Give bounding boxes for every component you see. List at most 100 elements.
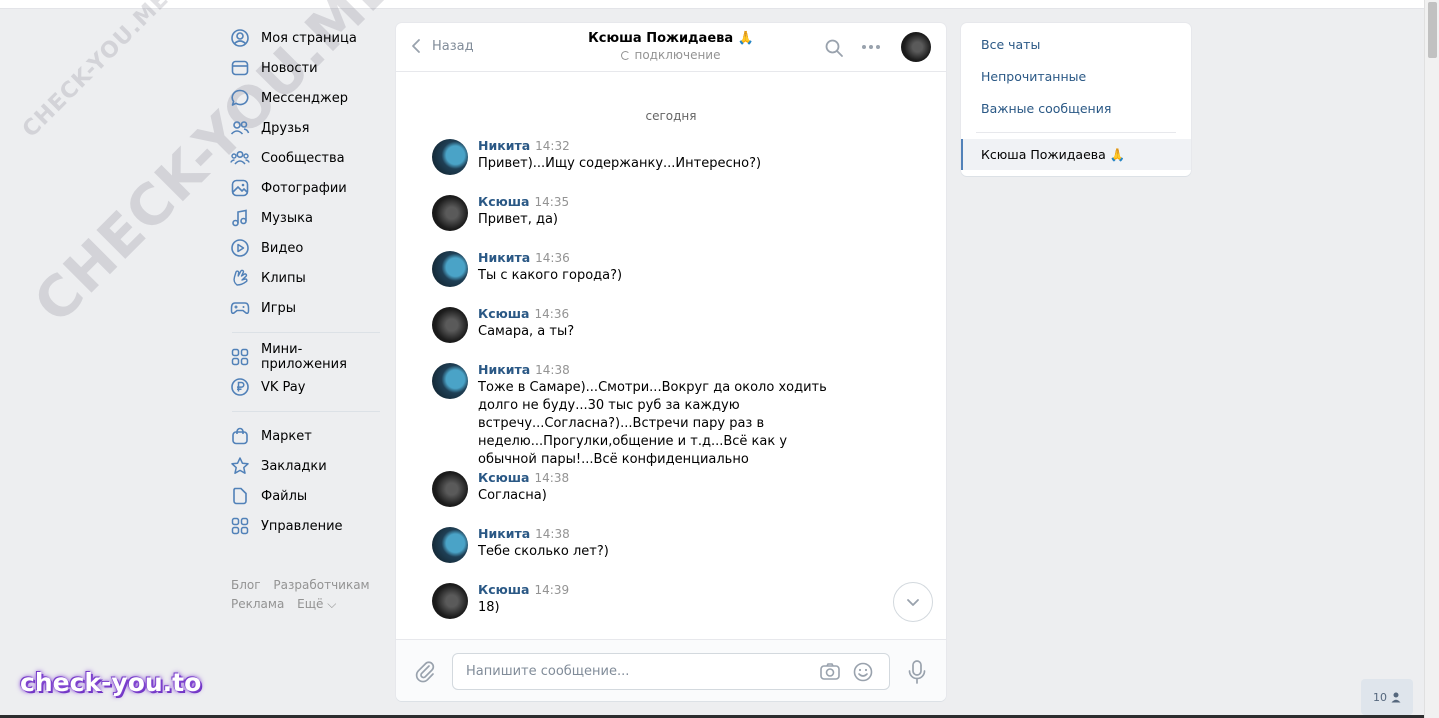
message-item[interactable]: Никита 14:36 Ты с какого города?) bbox=[396, 249, 946, 305]
nav-item-label: Моя страница bbox=[261, 30, 357, 46]
message-item[interactable]: Ксюша 14:39 18) bbox=[396, 581, 946, 637]
page-scrollbar[interactable] bbox=[1424, 0, 1439, 718]
nav-item-groups[interactable]: Сообщества bbox=[230, 143, 382, 173]
nav-item-label: Управление bbox=[261, 518, 343, 534]
message-text: Тебе сколько лет?) bbox=[478, 544, 609, 559]
nav-item-manage[interactable]: Управление bbox=[230, 511, 382, 541]
nav-item-label: Файлы bbox=[261, 488, 308, 504]
footer-links: Блог Разработчикам Реклама Ещё ⌵ bbox=[230, 576, 382, 614]
message-meta: Ксюша 14:36 bbox=[478, 305, 946, 323]
emoji-icon[interactable] bbox=[852, 661, 874, 683]
message-author[interactable]: Никита bbox=[478, 526, 530, 541]
nav-item-friends[interactable]: Друзья bbox=[230, 113, 382, 143]
footer-more-link[interactable]: Ещё ⌵ bbox=[297, 597, 336, 611]
message-item[interactable]: Никита 14:38 Тебе сколько лет?) bbox=[396, 525, 946, 581]
message-time: 14:39 bbox=[534, 583, 570, 597]
message-item[interactable]: Ксюша 14:36 Самара, а ты? bbox=[396, 305, 946, 361]
clips-icon bbox=[230, 268, 250, 288]
microphone-icon[interactable] bbox=[907, 659, 927, 685]
author-avatar[interactable] bbox=[432, 471, 468, 507]
nav-item-market[interactable]: Маркет bbox=[230, 421, 382, 451]
loading-icon bbox=[621, 51, 631, 60]
nav-item-label: Друзья bbox=[261, 120, 310, 136]
camera-icon[interactable] bbox=[819, 661, 841, 683]
nav-item-video[interactable]: Видео bbox=[230, 233, 382, 263]
nav-item-news[interactable]: Новости bbox=[230, 53, 382, 83]
message-author[interactable]: Никита bbox=[478, 362, 530, 377]
message-author[interactable]: Никита bbox=[478, 138, 530, 153]
nav-item-label: Закладки bbox=[261, 458, 327, 474]
footer-ads-link[interactable]: Реклама bbox=[231, 597, 284, 611]
message-time: 14:36 bbox=[535, 251, 570, 265]
message-time: 14:32 bbox=[535, 139, 570, 153]
message-meta: Ксюша 14:39 bbox=[478, 581, 946, 599]
filter-important[interactable]: Важные сообщения bbox=[961, 93, 1191, 125]
message-item[interactable]: Никита 14:32 Привет)...Ищу содержанку...Ин… bbox=[396, 137, 946, 193]
message-item[interactable]: Ксюша 14:35 Привет, да) bbox=[396, 193, 946, 249]
message-icon bbox=[230, 88, 250, 108]
message-input[interactable] bbox=[453, 654, 793, 689]
filter-unread[interactable]: Непрочитанные bbox=[961, 61, 1191, 93]
nav-item-photo[interactable]: Фотографии bbox=[230, 173, 382, 203]
chevron-down-icon bbox=[907, 599, 919, 606]
author-avatar[interactable] bbox=[432, 139, 468, 175]
filters-separator bbox=[976, 132, 1176, 133]
news-icon bbox=[230, 58, 250, 78]
scrollbar-thumb[interactable] bbox=[1428, 2, 1437, 58]
more-icon[interactable] bbox=[860, 37, 882, 57]
nav-item-label: Мини-приложения bbox=[261, 342, 347, 372]
message-author[interactable]: Ксюша bbox=[478, 582, 530, 597]
peer-avatar[interactable] bbox=[901, 32, 931, 62]
footer-dev-link[interactable]: Разработчикам bbox=[273, 578, 369, 592]
author-avatar[interactable] bbox=[432, 251, 468, 287]
nav-item-vkpay[interactable]: VK Pay bbox=[230, 372, 382, 402]
message-author[interactable]: Ксюша bbox=[478, 306, 530, 321]
author-avatar[interactable] bbox=[432, 583, 468, 619]
person-icon bbox=[1391, 692, 1401, 702]
footer-blog-link[interactable]: Блог bbox=[231, 578, 261, 592]
nav-item-user[interactable]: Моя страница bbox=[230, 23, 382, 53]
author-avatar[interactable] bbox=[432, 363, 468, 399]
message-author[interactable]: Ксюша bbox=[478, 470, 530, 485]
nav-item-label: Мессенджер bbox=[261, 90, 348, 106]
left-nav: Моя страница Новости Мессенджер Друзья Сообщ… bbox=[230, 23, 382, 614]
nav-item-apps[interactable]: Мини-приложения bbox=[230, 342, 382, 372]
nav-item-music[interactable]: Музыка bbox=[230, 203, 382, 233]
nav-item-games[interactable]: Игры bbox=[230, 293, 382, 323]
message-time: 14:38 bbox=[535, 527, 570, 541]
star-icon bbox=[230, 456, 250, 476]
chat-filters-panel: Все чаты Непрочитанные Важные сообщения … bbox=[961, 23, 1191, 176]
search-icon[interactable] bbox=[824, 38, 844, 58]
message-meta: Ксюша 14:35 bbox=[478, 193, 946, 211]
user-icon bbox=[230, 28, 250, 48]
message-item[interactable]: Никита 14:38 Тоже в Самаре)...Смотри...Вок… bbox=[396, 361, 946, 469]
nav-item-label: Клипы bbox=[261, 270, 306, 286]
nav-item-file[interactable]: Файлы bbox=[230, 481, 382, 511]
message-author[interactable]: Ксюша bbox=[478, 194, 530, 209]
scroll-down-button[interactable] bbox=[893, 582, 933, 622]
filter-all-chats[interactable]: Все чаты bbox=[961, 29, 1191, 61]
attach-icon[interactable] bbox=[414, 660, 436, 684]
market-icon bbox=[230, 426, 250, 446]
nav-item-star[interactable]: Закладки bbox=[230, 451, 382, 481]
chat-panel: Назад Ксюша Пожидаева 🙏 подключение сего… bbox=[396, 23, 946, 701]
author-avatar[interactable] bbox=[432, 307, 468, 343]
photo-icon bbox=[230, 178, 250, 198]
active-chat-item[interactable]: Ксюша Пожидаева 🙏 bbox=[961, 139, 1191, 170]
online-count: 10 bbox=[1373, 690, 1387, 704]
nav-item-label: Новости bbox=[261, 60, 318, 76]
nav-item-label: Сообщества bbox=[261, 150, 345, 166]
nav-item-label: Игры bbox=[261, 300, 297, 316]
message-time: 14:35 bbox=[534, 195, 570, 209]
nav-item-message[interactable]: Мессенджер bbox=[230, 83, 382, 113]
watermark-small: CHECK-YOU.ME bbox=[18, 0, 175, 143]
nav-item-clips[interactable]: Клипы bbox=[230, 263, 382, 293]
author-avatar[interactable] bbox=[432, 527, 468, 563]
nav-item-label: Маркет bbox=[261, 428, 312, 444]
author-avatar[interactable] bbox=[432, 195, 468, 231]
message-author[interactable]: Никита bbox=[478, 250, 530, 265]
video-icon bbox=[230, 238, 250, 258]
online-friends-badge[interactable]: 10 bbox=[1361, 679, 1413, 715]
composer bbox=[396, 639, 946, 701]
message-item[interactable]: Ксюша 14:38 Согласна) bbox=[396, 469, 946, 525]
